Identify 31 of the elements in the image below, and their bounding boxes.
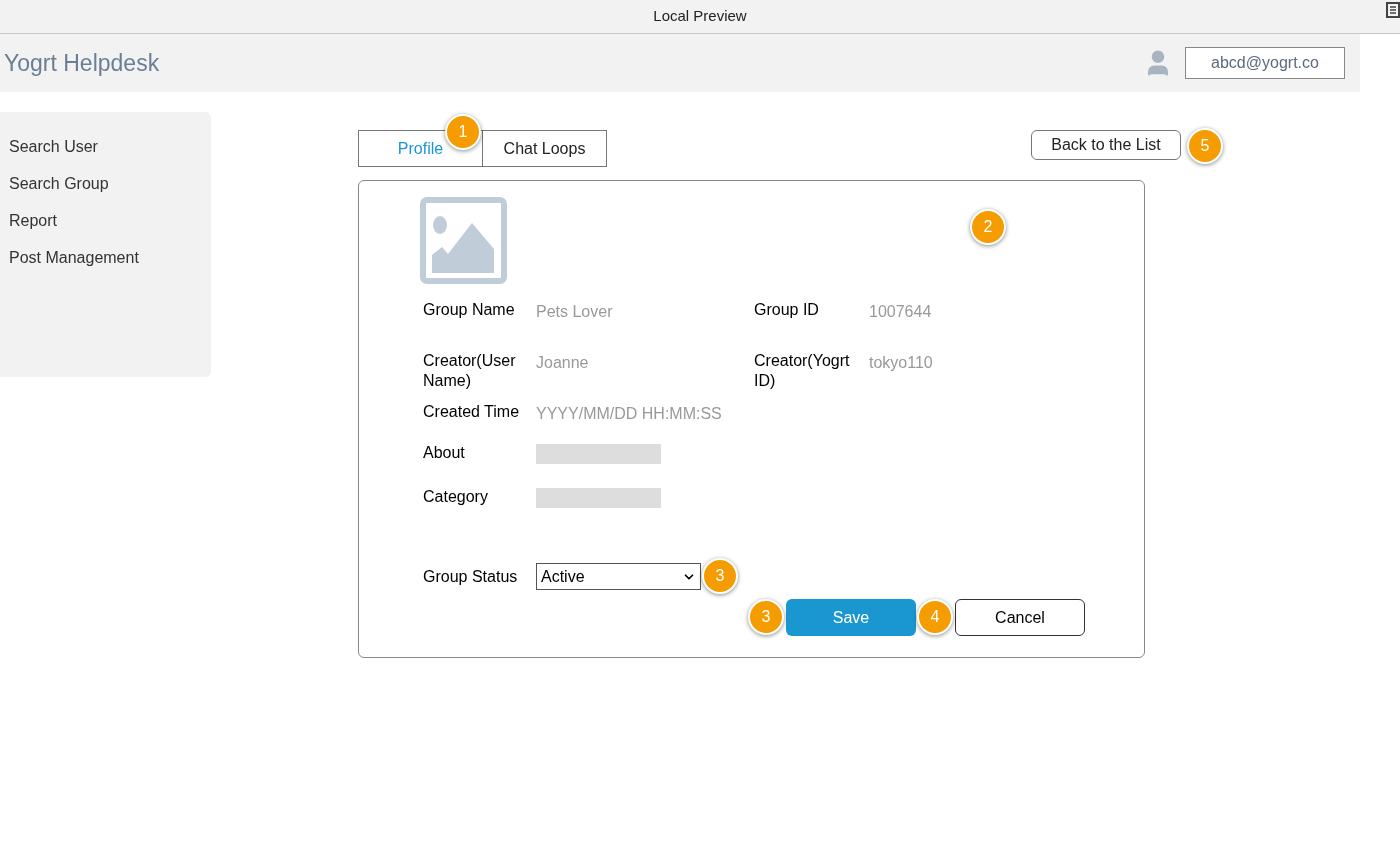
- step-marker: 5: [1187, 128, 1223, 164]
- back-button[interactable]: Back to the List: [1031, 130, 1181, 160]
- field-value: tokyo110: [869, 353, 933, 373]
- step-marker: 3: [748, 599, 784, 635]
- field-label: Creator(Yogrt ID): [754, 351, 851, 391]
- step-marker: 4: [917, 599, 953, 635]
- sidebar-item[interactable]: Post Management: [9, 247, 211, 268]
- field-value: Joanne: [536, 353, 589, 373]
- step-marker: 2: [970, 209, 1006, 245]
- step-marker: 1: [445, 114, 481, 150]
- field-label: Category: [423, 487, 489, 507]
- sidebar-item[interactable]: Report: [9, 210, 211, 231]
- menu-icon[interactable]: [1386, 2, 1400, 18]
- tab[interactable]: Chat Loops: [483, 130, 607, 167]
- field-value: Pets Lover: [536, 302, 613, 322]
- cancel-button[interactable]: Cancel: [955, 599, 1085, 636]
- sidebar-item[interactable]: Search User: [9, 136, 211, 157]
- field-label: About: [423, 443, 466, 463]
- account-field[interactable]: abcd@yogrt.co: [1185, 47, 1345, 79]
- window-title: Local Preview: [653, 6, 747, 27]
- field-label: Creator(User Name): [423, 351, 517, 391]
- field-label: Group Status: [423, 566, 519, 587]
- field-label: Group Name: [423, 300, 516, 320]
- field-value: 1007644: [869, 302, 932, 322]
- image-placeholder-icon: [420, 197, 507, 284]
- step-marker: 3: [702, 558, 738, 594]
- field-label: Created Time: [423, 402, 521, 422]
- field-label: Group ID: [754, 300, 820, 320]
- sidebar-item[interactable]: Search Group: [9, 173, 211, 194]
- field-value: YYYY/MM/DD HH:MM:SS: [536, 404, 722, 424]
- app-name: Yogrt Helpdesk: [4, 48, 160, 78]
